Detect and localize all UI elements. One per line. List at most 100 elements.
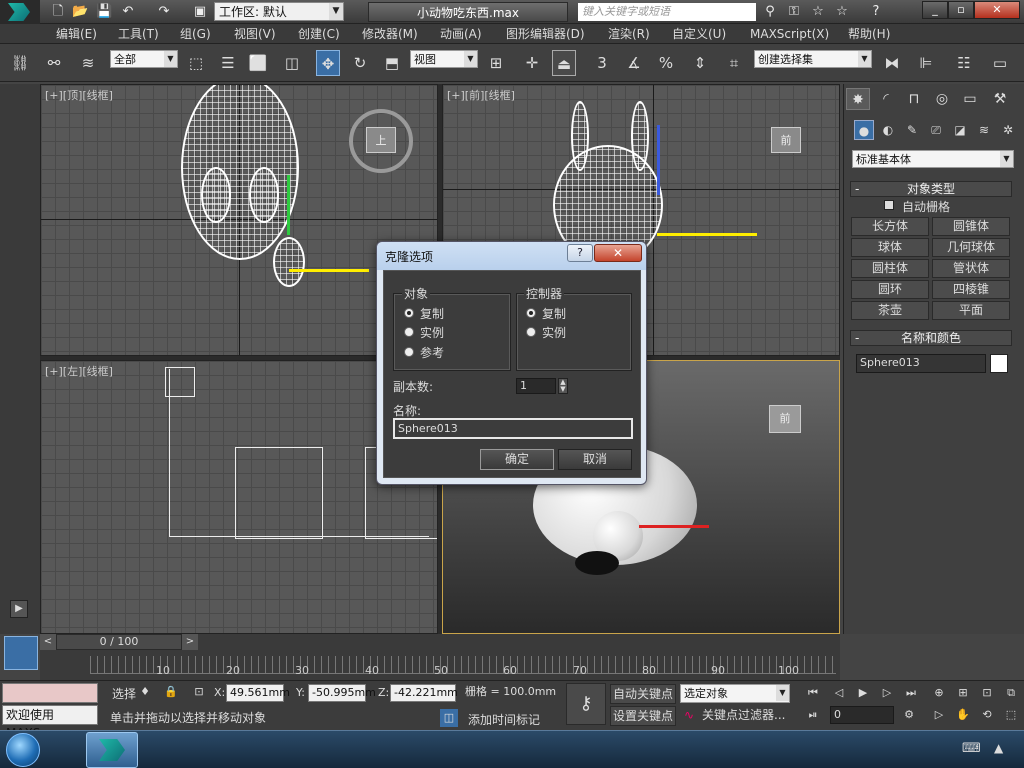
dialog-close-button[interactable]: ✕ [594,244,642,262]
pan-icon[interactable]: ✋ [954,706,972,724]
object-type-rollout[interactable]: - 对象类型 [850,181,1012,197]
menu-views[interactable]: 视图(V) [234,24,276,44]
plane-button[interactable]: 平面 [932,301,1010,320]
current-frame-field[interactable]: 0 [830,706,894,724]
unlink-icon[interactable]: ⚯ [42,50,66,76]
selection-filter-dropdown[interactable]: 全部 ▼ [110,50,178,68]
time-slider-thumb[interactable]: 0 / 100 [56,634,182,650]
open-folder-icon[interactable]: 📂 [72,4,88,20]
new-file-icon[interactable]: 🗋 [50,4,66,20]
maxscript-listener[interactable]: 欢迎使用 MAXSc [2,705,98,740]
goto-start-icon[interactable]: ⏮ [804,684,822,702]
clone-name-field[interactable]: Sphere013 [393,418,633,439]
torus-button[interactable]: 圆环 [851,280,929,299]
workspace-dropdown[interactable]: 工作区: 默认 ▼ [214,2,344,21]
set-key-button[interactable]: 设置关键点 [610,706,676,726]
create-tab-icon[interactable]: ✸ [846,88,870,110]
copies-field[interactable]: 1 [516,378,556,394]
controller-copy-radio[interactable] [526,308,536,318]
play-animation-icon[interactable]: ▶ [854,684,872,702]
object-name-field[interactable]: Sphere013 [856,354,986,373]
link-icon[interactable]: ⛓ [8,50,32,76]
motion-tab-icon[interactable]: ◎ [930,88,954,110]
binoculars-icon[interactable]: ⚲ [762,4,778,20]
object-copy-radio[interactable] [404,308,414,318]
object-reference-label[interactable]: 参考 [420,344,444,361]
select-object-icon[interactable]: ⬚ [184,50,208,76]
save-icon[interactable]: 💾 [96,4,112,20]
menu-group[interactable]: 组(G) [180,24,211,44]
menu-help[interactable]: 帮助(H) [848,24,890,44]
auto-key-button[interactable]: 自动关键点 [610,684,676,704]
menu-customize[interactable]: 自定义(U) [672,24,726,44]
helpers-icon[interactable]: ◪ [950,120,970,140]
viewport-layout-icon[interactable] [4,636,38,670]
layer-manager-icon[interactable]: ☷ [952,50,976,76]
window-crossing-icon[interactable]: ◫ [280,50,304,76]
tube-button[interactable]: 管状体 [932,259,1010,278]
pivot-center-icon[interactable]: ⊞ [484,50,508,76]
time-config-icon[interactable]: ⚙ [900,706,918,724]
object-reference-radio[interactable] [404,347,414,357]
category-dropdown[interactable]: 标准基本体 ▼ [852,150,1014,168]
cylinder-button[interactable]: 圆柱体 [851,259,929,278]
graphite-ribbon-icon[interactable]: ▭ [988,50,1012,76]
menu-rendering[interactable]: 渲染(R) [608,24,650,44]
close-button[interactable]: ✕ [974,1,1020,19]
taskbar-3dsmax-button[interactable] [86,732,138,768]
minimize-button[interactable]: _ [922,1,948,19]
viewport-label[interactable]: [+][前][线框] [447,87,515,103]
snap-toggle-icon[interactable]: 3 [590,50,614,76]
align-icon[interactable]: ⊫ [914,50,938,76]
scale-icon[interactable]: ⬒ [380,50,404,76]
menu-maxscript[interactable]: MAXScript(X) [750,24,829,44]
next-frame-icon[interactable]: ▷ [878,684,896,702]
app-menu-button[interactable] [0,0,40,24]
time-tag-icon[interactable]: ◫ [440,709,458,727]
menu-create[interactable]: 创建(C) [298,24,340,44]
ref-coord-dropdown[interactable]: 视图 ▼ [410,50,478,68]
cameras-icon[interactable]: ⎚ [926,120,946,140]
sphere-button[interactable]: 球体 [851,238,929,257]
autogrid-checkbox[interactable] [884,200,894,210]
dialog-title-bar[interactable]: 克隆选项 ? ✕ [377,242,646,270]
z-coord-field[interactable]: -42.221mm [390,684,458,702]
key-mode-dropdown[interactable]: 选定对象 ▼ [680,684,790,703]
select-move-icon[interactable]: ✥ [316,50,340,76]
star-icon[interactable]: ☆ [810,4,826,20]
time-prev-icon[interactable]: < [40,634,56,650]
edit-named-selection-icon[interactable]: ⌗ [722,50,746,76]
key-icon[interactable]: ⚿ [786,4,802,20]
pyramid-button[interactable]: 四棱锥 [932,280,1010,299]
undo-icon[interactable]: ↶ [120,4,136,20]
ok-button[interactable]: 确定 [480,449,554,470]
prev-frame-icon[interactable]: ◁ [830,684,848,702]
play-icon[interactable]: ▶ [10,600,28,618]
lock-icon[interactable]: 🔒 [162,683,180,701]
utilities-tab-icon[interactable]: ⚒ [988,88,1012,110]
set-key-big-icon[interactable]: ⚷ [566,683,606,725]
menu-animation[interactable]: 动画(A) [440,24,482,44]
box-button[interactable]: 长方体 [851,217,929,236]
favorites-icon[interactable]: ☆ [834,4,850,20]
zoom-extents-icon[interactable]: ⊡ [978,684,996,702]
maximize-viewport-icon[interactable]: ⬚ [1002,706,1020,724]
percent-snap-icon[interactable]: % [654,50,678,76]
maximize-button[interactable]: ▫ [948,1,974,19]
named-selection-dropdown[interactable]: 创建选择集 ▼ [754,50,872,68]
redo-icon[interactable]: ↷ [156,4,172,20]
project-folder-icon[interactable]: ▣ [192,4,208,20]
viewcube[interactable]: 前 [769,405,801,433]
object-copy-label[interactable]: 复制 [420,305,444,322]
controller-instance-label[interactable]: 实例 [542,324,566,341]
bind-space-warp-icon[interactable]: ≋ [76,50,100,76]
key-mode-toggle-icon[interactable]: ⏯ [804,706,822,724]
menu-edit[interactable]: 编辑(E) [56,24,97,44]
maxscript-listener-upper[interactable] [2,683,98,703]
cone-button[interactable]: 圆锥体 [932,217,1010,236]
menu-modifiers[interactable]: 修改器(M) [362,24,418,44]
object-instance-label[interactable]: 实例 [420,324,444,341]
object-color-swatch[interactable] [990,354,1008,373]
key-filters-button[interactable]: 关键点过滤器... [702,706,792,726]
teapot-button[interactable]: 茶壶 [851,301,929,320]
